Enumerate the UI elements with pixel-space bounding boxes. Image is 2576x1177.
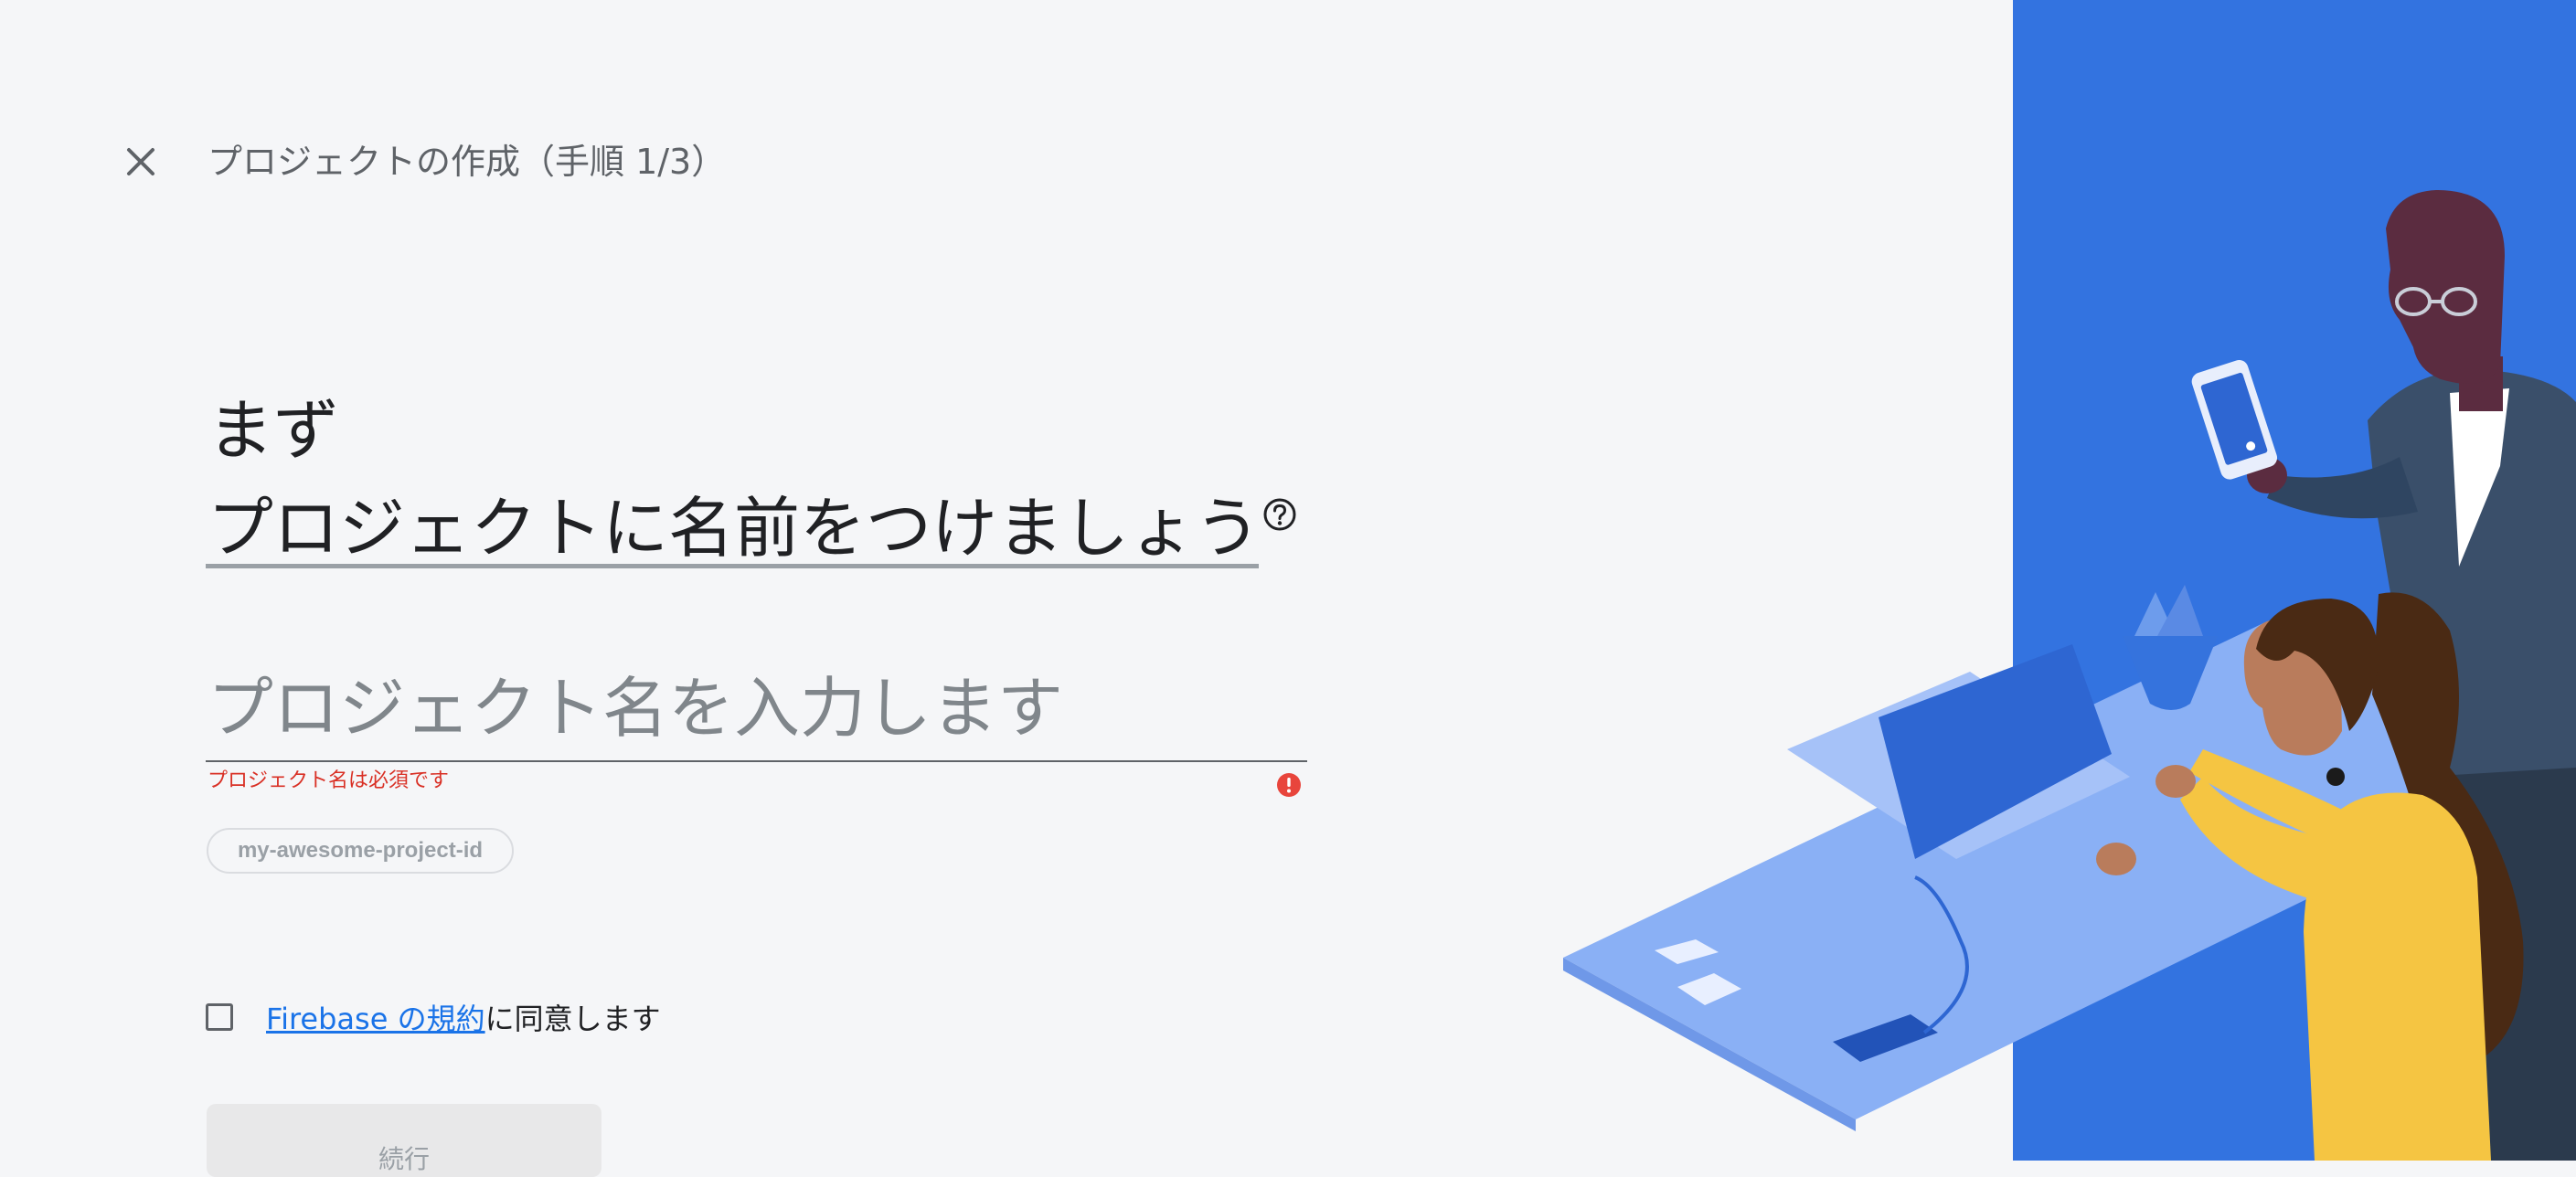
help-circle-icon[interactable] xyxy=(1262,497,1297,532)
heading-underline xyxy=(206,564,1259,568)
error-icon xyxy=(1277,773,1301,797)
heading-line-1: まず xyxy=(208,392,340,469)
terms-row: Firebase の規約 に同意します xyxy=(206,996,661,1038)
terms-link[interactable]: Firebase の規約 xyxy=(266,996,485,1038)
close-icon xyxy=(127,148,154,175)
error-message: プロジェクト名は必須です xyxy=(208,769,450,792)
terms-label: に同意します xyxy=(484,1002,661,1036)
project-id-chip[interactable]: my-awesome-project-id xyxy=(207,828,514,874)
heading-line-2: プロジェクトに名前をつけましょう xyxy=(208,484,1261,572)
input-underline xyxy=(206,760,1307,762)
continue-button[interactable]: 続行 xyxy=(207,1104,601,1177)
heading-line-2-text: プロジェクトに名前をつけましょう xyxy=(208,490,1261,567)
project-name-input[interactable] xyxy=(208,658,1304,758)
close-button[interactable] xyxy=(116,137,165,186)
step-title: プロジェクトの作成（手順 1/3） xyxy=(208,142,727,182)
terms-checkbox[interactable] xyxy=(206,1003,233,1031)
hero-illustration xyxy=(1563,190,2576,1161)
